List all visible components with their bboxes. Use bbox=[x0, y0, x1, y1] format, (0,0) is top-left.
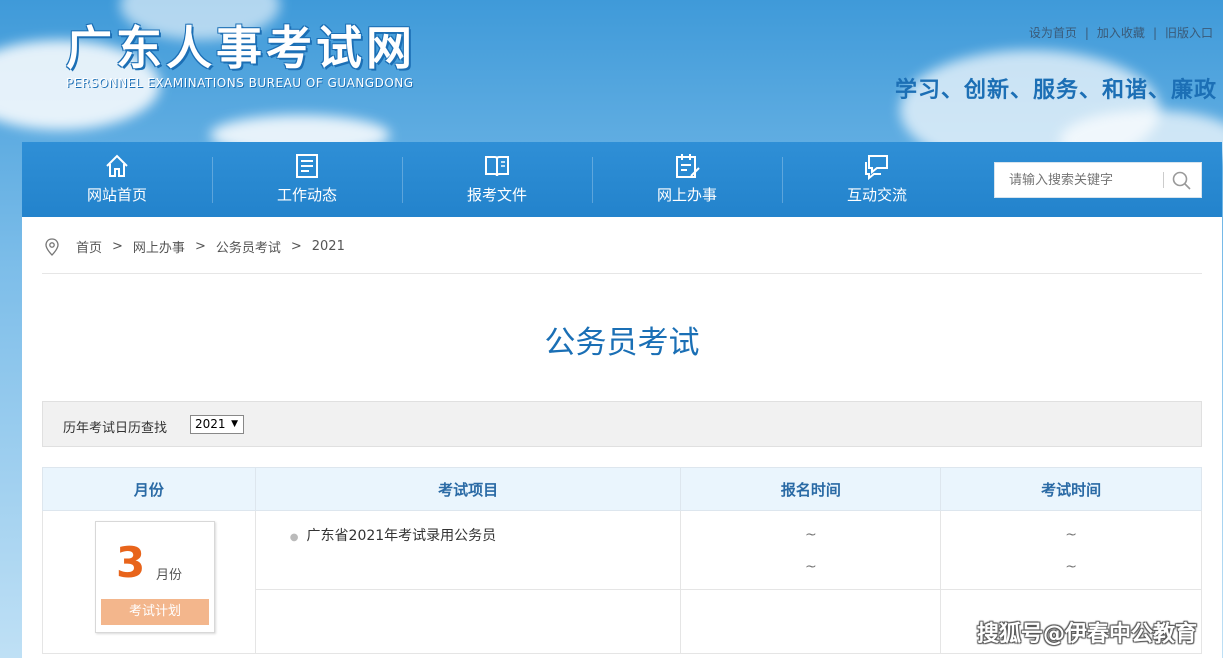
year-select-value: 2021 bbox=[195, 417, 226, 431]
link-separator: | bbox=[1084, 26, 1089, 40]
link-separator: | bbox=[1152, 26, 1157, 40]
news-list-icon bbox=[296, 154, 318, 178]
year-filter-bar: 历年考试日历查找 2021 ▼ bbox=[42, 401, 1202, 447]
exam-time-cell: ~ ~ bbox=[940, 510, 1202, 590]
nav-label: 网站首页 bbox=[86, 186, 147, 204]
search-icon[interactable] bbox=[1170, 169, 1194, 193]
site-logo-subtitle: PERSONNEL EXAMINATIONS BUREAU OF GUANGDO… bbox=[66, 76, 414, 90]
nav-item-interaction[interactable]: 互动交流 bbox=[782, 142, 972, 217]
exam-time-start: ~ bbox=[1065, 527, 1077, 543]
search-separator bbox=[1163, 172, 1164, 188]
nav-label: 互动交流 bbox=[846, 186, 907, 204]
empty-cell bbox=[680, 589, 942, 654]
breadcrumb-current-year: 2021 bbox=[311, 239, 345, 254]
top-links: 设为首页 | 加入收藏 | 旧版入口 bbox=[1029, 24, 1213, 41]
old-version-link[interactable]: 旧版入口 bbox=[1165, 26, 1213, 40]
exam-time-end: ~ bbox=[1065, 559, 1077, 575]
nav-label: 网上办事 bbox=[656, 186, 717, 204]
column-header-exam-time: 考试时间 bbox=[940, 467, 1202, 511]
breadcrumb-civil-servant-exam[interactable]: 公务员考试 bbox=[216, 237, 281, 256]
month-number: 3 bbox=[116, 538, 146, 587]
clipboard-icon bbox=[676, 154, 700, 178]
nav-label: 报考文件 bbox=[466, 186, 527, 204]
watermark-text: 搜狐号@伊春中公教育 bbox=[976, 622, 1197, 647]
home-icon bbox=[106, 154, 128, 177]
breadcrumb: 首页 > 网上办事 > 公务员考试 > 2021 bbox=[44, 237, 345, 256]
month-cell: 3 月份 考试计划 bbox=[42, 510, 256, 654]
dropdown-arrow-icon: ▼ bbox=[231, 419, 238, 429]
signup-time-end: ~ bbox=[804, 559, 817, 575]
column-header-signup-time: 报名时间 bbox=[680, 467, 942, 511]
search-input[interactable] bbox=[995, 163, 1163, 197]
breadcrumb-separator: > bbox=[194, 239, 206, 254]
table-row: 3 月份 考试计划 ● 广东省2021年考试录用公务员 ~ ~ ~ ~ bbox=[42, 510, 1202, 654]
nav-label: 工作动态 bbox=[276, 186, 337, 204]
nav-item-documents[interactable]: 报考文件 bbox=[402, 142, 592, 217]
month-card: 3 月份 考试计划 bbox=[95, 521, 215, 633]
nav-item-home[interactable]: 网站首页 bbox=[22, 142, 212, 217]
main-nav: 网站首页 工作动态 报考文件 网上办事 互动交流 请输入搜索关键字 bbox=[22, 142, 1222, 217]
add-favorite-link[interactable]: 加入收藏 bbox=[1097, 26, 1145, 40]
nav-item-news[interactable]: 工作动态 bbox=[212, 142, 402, 217]
site-header: 广东人事考试网 PERSONNEL EXAMINATIONS BUREAU OF… bbox=[0, 0, 1223, 142]
site-slogan: 学习、创新、服务、和谐、廉政 bbox=[894, 78, 1217, 103]
column-header-month: 月份 bbox=[42, 467, 256, 511]
bullet-icon: ● bbox=[289, 532, 299, 543]
month-tag: 考试计划 bbox=[101, 599, 209, 625]
column-header-exam-item: 考试项目 bbox=[254, 467, 682, 511]
year-filter-label: 历年考试日历查找 bbox=[63, 421, 168, 436]
site-logo-title[interactable]: 广东人事考试网 bbox=[66, 12, 416, 78]
breadcrumb-separator: > bbox=[112, 239, 123, 254]
year-select[interactable]: 2021 ▼ bbox=[190, 415, 244, 434]
chat-icon bbox=[865, 155, 888, 180]
table-header-row: 月份 考试项目 报名时间 考试时间 bbox=[42, 467, 1202, 511]
breadcrumb-online-service[interactable]: 网上办事 bbox=[133, 237, 185, 256]
search-box bbox=[994, 162, 1202, 198]
nav-item-online-service[interactable]: 网上办事 bbox=[592, 142, 782, 217]
breadcrumb-home[interactable]: 首页 bbox=[76, 237, 102, 256]
exam-item-link[interactable]: 广东省2021年考试录用公务员 bbox=[307, 528, 497, 544]
breadcrumb-divider bbox=[42, 273, 1202, 274]
empty-cell bbox=[254, 589, 682, 654]
main-content: 首页 > 网上办事 > 公务员考试 > 2021 公务员考试 历年考试日历查找 … bbox=[22, 217, 1222, 658]
breadcrumb-separator: > bbox=[290, 239, 302, 254]
exam-item-cell: ● 广东省2021年考试录用公务员 bbox=[254, 510, 682, 590]
book-icon bbox=[485, 156, 509, 177]
signup-time-cell: ~ ~ bbox=[680, 510, 942, 590]
location-pin-icon bbox=[45, 237, 59, 256]
month-unit: 月份 bbox=[156, 568, 183, 583]
set-homepage-link[interactable]: 设为首页 bbox=[1029, 26, 1077, 40]
signup-time-start: ~ bbox=[804, 527, 817, 543]
page-title: 公务员考试 bbox=[544, 325, 700, 361]
